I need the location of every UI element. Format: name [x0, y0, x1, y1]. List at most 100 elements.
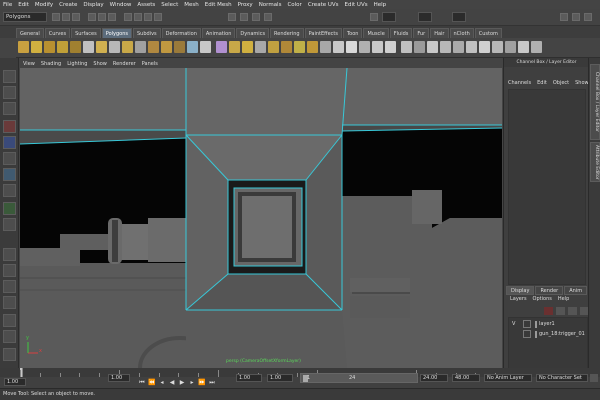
- history-icon[interactable]: [228, 13, 236, 21]
- ipr-render-icon[interactable]: [252, 13, 260, 21]
- shelf-tool-icon[interactable]: [427, 41, 438, 53]
- shelf-tab-deformation[interactable]: Deformation: [161, 28, 201, 38]
- shelf-tool-icon[interactable]: [372, 41, 383, 53]
- rotate-tool-icon[interactable]: [3, 136, 16, 149]
- menu-select[interactable]: Select: [161, 2, 178, 8]
- range-end-field[interactable]: 48.00: [452, 374, 480, 382]
- channel-menu-channels[interactable]: Channels: [508, 80, 531, 88]
- layout-single-icon[interactable]: [3, 248, 16, 261]
- layer-template-toggle[interactable]: [523, 320, 531, 328]
- character-set-dropdown[interactable]: No Character Set: [536, 374, 588, 382]
- shelf-tab-dynamics[interactable]: Dynamics: [236, 28, 270, 38]
- shelf-tool-icon[interactable]: [83, 41, 94, 53]
- shelf-tool-icon[interactable]: [518, 41, 529, 53]
- go-to-end-icon[interactable]: ⏭: [208, 379, 216, 387]
- shelf-tool-icon[interactable]: [122, 41, 133, 53]
- layer-menu-options[interactable]: Options: [533, 296, 552, 304]
- channel-menu-edit[interactable]: Edit: [537, 80, 547, 88]
- viewport-menu-shading[interactable]: Shading: [41, 61, 61, 67]
- toggle-tool-settings-icon[interactable]: [572, 13, 580, 21]
- step-back-frame-icon[interactable]: ◂: [158, 379, 166, 387]
- shelf-tool-icon[interactable]: [385, 41, 396, 53]
- shelf-tab-muscle[interactable]: Muscle: [363, 28, 389, 38]
- viewport-menu-lighting[interactable]: Lighting: [67, 61, 87, 67]
- shelf-tab-painteffects[interactable]: PaintEffects: [304, 28, 342, 38]
- layout-outliner-icon[interactable]: [3, 296, 16, 309]
- menu-help[interactable]: Help: [374, 2, 387, 8]
- layout-custom-icon[interactable]: [3, 348, 16, 361]
- shelf-tab-custom[interactable]: Custom: [474, 28, 502, 38]
- toggle-attribute-editor-icon[interactable]: [560, 13, 568, 21]
- shelf-tool-icon[interactable]: [401, 41, 412, 53]
- layer-color-swatch[interactable]: [535, 331, 537, 338]
- step-back-key-icon[interactable]: ⏪: [148, 379, 156, 387]
- transform-mode-icon[interactable]: [370, 13, 378, 21]
- menu-normals[interactable]: Normals: [259, 2, 282, 8]
- auto-key-icon[interactable]: [590, 374, 598, 382]
- shelf-tool-icon[interactable]: [346, 41, 357, 53]
- snap-curve-icon[interactable]: [134, 13, 142, 21]
- shelf-tool-icon[interactable]: [148, 41, 159, 53]
- shelf-tab-ncloth[interactable]: nCloth: [449, 28, 474, 38]
- layer-menu-layers[interactable]: Layers: [510, 296, 527, 304]
- playback-end-field[interactable]: 24.00: [420, 374, 448, 382]
- layer-template-toggle[interactable]: [523, 330, 531, 338]
- toggle-channel-box-icon[interactable]: [584, 13, 592, 21]
- last-tool-icon[interactable]: [3, 218, 16, 231]
- shelf-tool-icon[interactable]: [255, 41, 266, 53]
- new-layer-icon[interactable]: [544, 307, 553, 315]
- shelf-tool-icon[interactable]: [466, 41, 477, 53]
- layer-color-swatch[interactable]: [535, 321, 537, 328]
- shelf-tool-icon[interactable]: [453, 41, 464, 53]
- shelf-tab-surfaces[interactable]: Surfaces: [71, 28, 101, 38]
- range-slider[interactable]: 1 24: [300, 373, 418, 383]
- shelf-tool-icon[interactable]: [307, 41, 318, 53]
- shelf-tool-icon[interactable]: [479, 41, 490, 53]
- lasso-tool-icon[interactable]: [3, 86, 16, 99]
- shelf-tab-subdivs[interactable]: Subdivs: [133, 28, 161, 38]
- tab-channel-box[interactable]: Channel Box / Layer Editor: [590, 64, 600, 140]
- layer-options-icon[interactable]: [568, 307, 577, 315]
- menu-assets[interactable]: Assets: [137, 2, 155, 8]
- layer-name[interactable]: gun_18:trigger_01: [539, 331, 585, 337]
- shelf-tool-icon[interactable]: [414, 41, 425, 53]
- layer-row[interactable]: V layer1: [509, 320, 587, 329]
- menu-edit-uvs[interactable]: Edit UVs: [345, 2, 368, 8]
- shelf-tab-polygons[interactable]: Polygons: [101, 28, 132, 38]
- move-tool-icon[interactable]: [3, 120, 16, 133]
- shelf-tool-icon[interactable]: [135, 41, 146, 53]
- channel-menu-show[interactable]: Show: [575, 80, 589, 88]
- new-layer-selected-icon[interactable]: [556, 307, 565, 315]
- menu-modify[interactable]: Modify: [35, 2, 53, 8]
- menu-edit[interactable]: Edit: [18, 2, 29, 8]
- menu-create-uvs[interactable]: Create UVs: [308, 2, 339, 8]
- menu-proxy[interactable]: Proxy: [238, 2, 253, 8]
- layout-graph-icon[interactable]: [3, 314, 16, 327]
- range-start-field[interactable]: 1.00: [4, 378, 26, 386]
- shelf-tab-animation[interactable]: Animation: [201, 28, 236, 38]
- playback-start-field[interactable]: 1.00: [267, 374, 293, 382]
- shelf-tool-icon[interactable]: [268, 41, 279, 53]
- layer-tab-anim[interactable]: Anim: [564, 286, 588, 295]
- show-manip-icon[interactable]: [3, 202, 16, 215]
- viewport-menu-view[interactable]: View: [23, 61, 35, 67]
- shelf-tab-general[interactable]: General: [16, 28, 44, 38]
- perspective-viewport[interactable]: x y persp (CameraOffsetXformLayer): [20, 68, 502, 368]
- shelf-tool-icon[interactable]: [161, 41, 172, 53]
- scale-tool-icon[interactable]: [3, 152, 16, 165]
- snap-point-icon[interactable]: [144, 13, 152, 21]
- delete-layer-icon[interactable]: [580, 307, 588, 315]
- menu-color[interactable]: Color: [287, 2, 301, 8]
- shelf-tool-icon[interactable]: [57, 41, 68, 53]
- shelf-tool-icon[interactable]: [31, 41, 42, 53]
- layer-tab-render[interactable]: Render: [535, 286, 564, 295]
- layout-four-icon[interactable]: [3, 264, 16, 277]
- shelf-tool-icon[interactable]: [229, 41, 240, 53]
- shelf-tool-icon[interactable]: [531, 41, 542, 53]
- layer-menu-help[interactable]: Help: [558, 296, 569, 304]
- shelf-tab-curves[interactable]: Curves: [44, 28, 71, 38]
- open-scene-icon[interactable]: [62, 13, 70, 21]
- select-hierarchy-icon[interactable]: [88, 13, 96, 21]
- tab-attribute-editor[interactable]: Attribute Editor: [590, 142, 600, 182]
- shelf-tool-icon[interactable]: [96, 41, 107, 53]
